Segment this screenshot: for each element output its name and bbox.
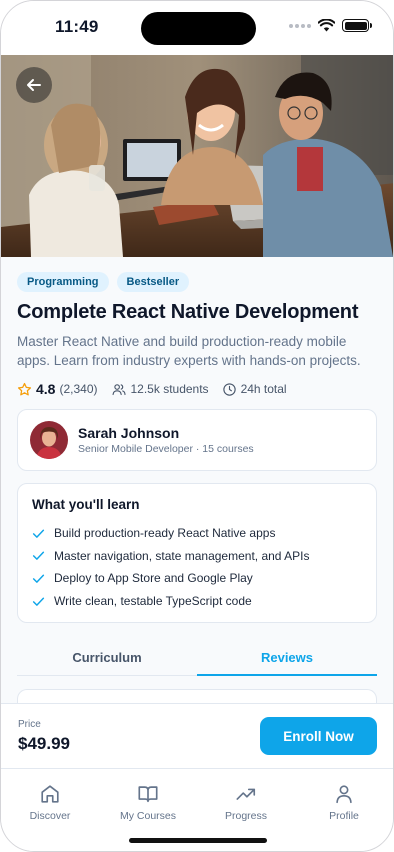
- wifi-icon: [318, 19, 335, 32]
- price-label: Price: [18, 719, 41, 730]
- nav-discover[interactable]: Discover: [1, 769, 99, 851]
- instructor-subtitle: Senior Mobile Developer · 15 courses: [78, 443, 254, 455]
- rating-value: 4.8: [36, 381, 56, 397]
- book-open-icon: [138, 786, 158, 803]
- learn-item-text: Write clean, testable TypeScript code: [54, 594, 252, 609]
- learn-item: Master navigation, state management, and…: [32, 545, 362, 568]
- battery-icon: [342, 19, 372, 32]
- tab-curriculum[interactable]: Curriculum: [17, 639, 197, 675]
- learn-title: What you'll learn: [32, 497, 140, 512]
- course-details: Programming Bestseller Complete React Na…: [1, 257, 393, 624]
- learn-item-text: Master navigation, state management, and…: [54, 548, 310, 563]
- status-bar: 11:49: [1, 1, 393, 55]
- learn-item: Build production-ready React Native apps: [32, 522, 362, 545]
- course-description: Master React Native and build production…: [17, 334, 361, 368]
- learn-item-text: Build production-ready React Native apps: [54, 526, 276, 541]
- nav-label: Profile: [329, 810, 359, 822]
- users-icon: [112, 383, 126, 395]
- course-hero-image: [1, 55, 393, 257]
- home-indicator: [129, 838, 267, 843]
- arrow-left-icon: [27, 79, 41, 91]
- course-title: Complete React Native Development: [17, 301, 359, 323]
- check-icon: [32, 551, 45, 561]
- learn-item-text: Deploy to App Store and Google Play: [54, 571, 253, 586]
- price-value: $49.99: [18, 734, 70, 753]
- students: 12.5k students: [111, 382, 209, 397]
- status-time: 11:49: [55, 17, 99, 36]
- duration: 24h total: [222, 382, 287, 397]
- rating: 4.8 (2,340): [17, 381, 98, 397]
- students-count: 12.5k students: [130, 382, 209, 396]
- instructor-card[interactable]: Sarah Johnson Senior Mobile Developer · …: [17, 409, 377, 471]
- instructor-name: Sarah Johnson: [78, 425, 180, 441]
- trending-up-icon: [236, 788, 256, 800]
- duration-text: 24h total: [240, 382, 287, 396]
- nav-label: Discover: [29, 810, 71, 822]
- learning-outcomes-card: What you'll learn Build production-ready…: [17, 483, 377, 624]
- nav-label: My Courses: [119, 810, 176, 822]
- learn-item: Deploy to App Store and Google Play: [32, 567, 362, 590]
- course-meta: 4.8 (2,340) 12.5k students 24h total: [17, 381, 377, 397]
- cellular-signal-icon: [289, 23, 311, 28]
- phone-screen: 11:49 Programming Bestseller Complete Re…: [0, 0, 394, 852]
- nav-profile[interactable]: Profile: [295, 769, 393, 851]
- back-button[interactable]: [16, 67, 52, 103]
- dynamic-island: [141, 12, 256, 45]
- home-icon: [41, 785, 59, 803]
- tag-programming: Programming: [17, 272, 109, 292]
- enroll-button[interactable]: Enroll Now: [260, 717, 377, 755]
- course-tags: Programming Bestseller: [17, 272, 377, 292]
- star-icon: [17, 382, 32, 395]
- nav-label: Progress: [224, 810, 267, 822]
- check-icon: [32, 574, 45, 583]
- rating-count: (2,340): [59, 382, 98, 396]
- content-tabs: Curriculum Reviews: [17, 639, 377, 676]
- avatar: [30, 421, 68, 459]
- user-icon: [336, 785, 352, 804]
- clock-icon: [222, 382, 236, 396]
- check-icon: [32, 597, 45, 606]
- status-icons: [289, 19, 372, 32]
- tab-reviews[interactable]: Reviews: [197, 639, 377, 676]
- hero-photo: [1, 55, 393, 257]
- price-bar: Price $49.99 Enroll Now: [1, 703, 393, 768]
- check-icon: [32, 529, 45, 538]
- tag-bestseller: Bestseller: [116, 272, 190, 292]
- learn-item: Write clean, testable TypeScript code: [32, 590, 362, 613]
